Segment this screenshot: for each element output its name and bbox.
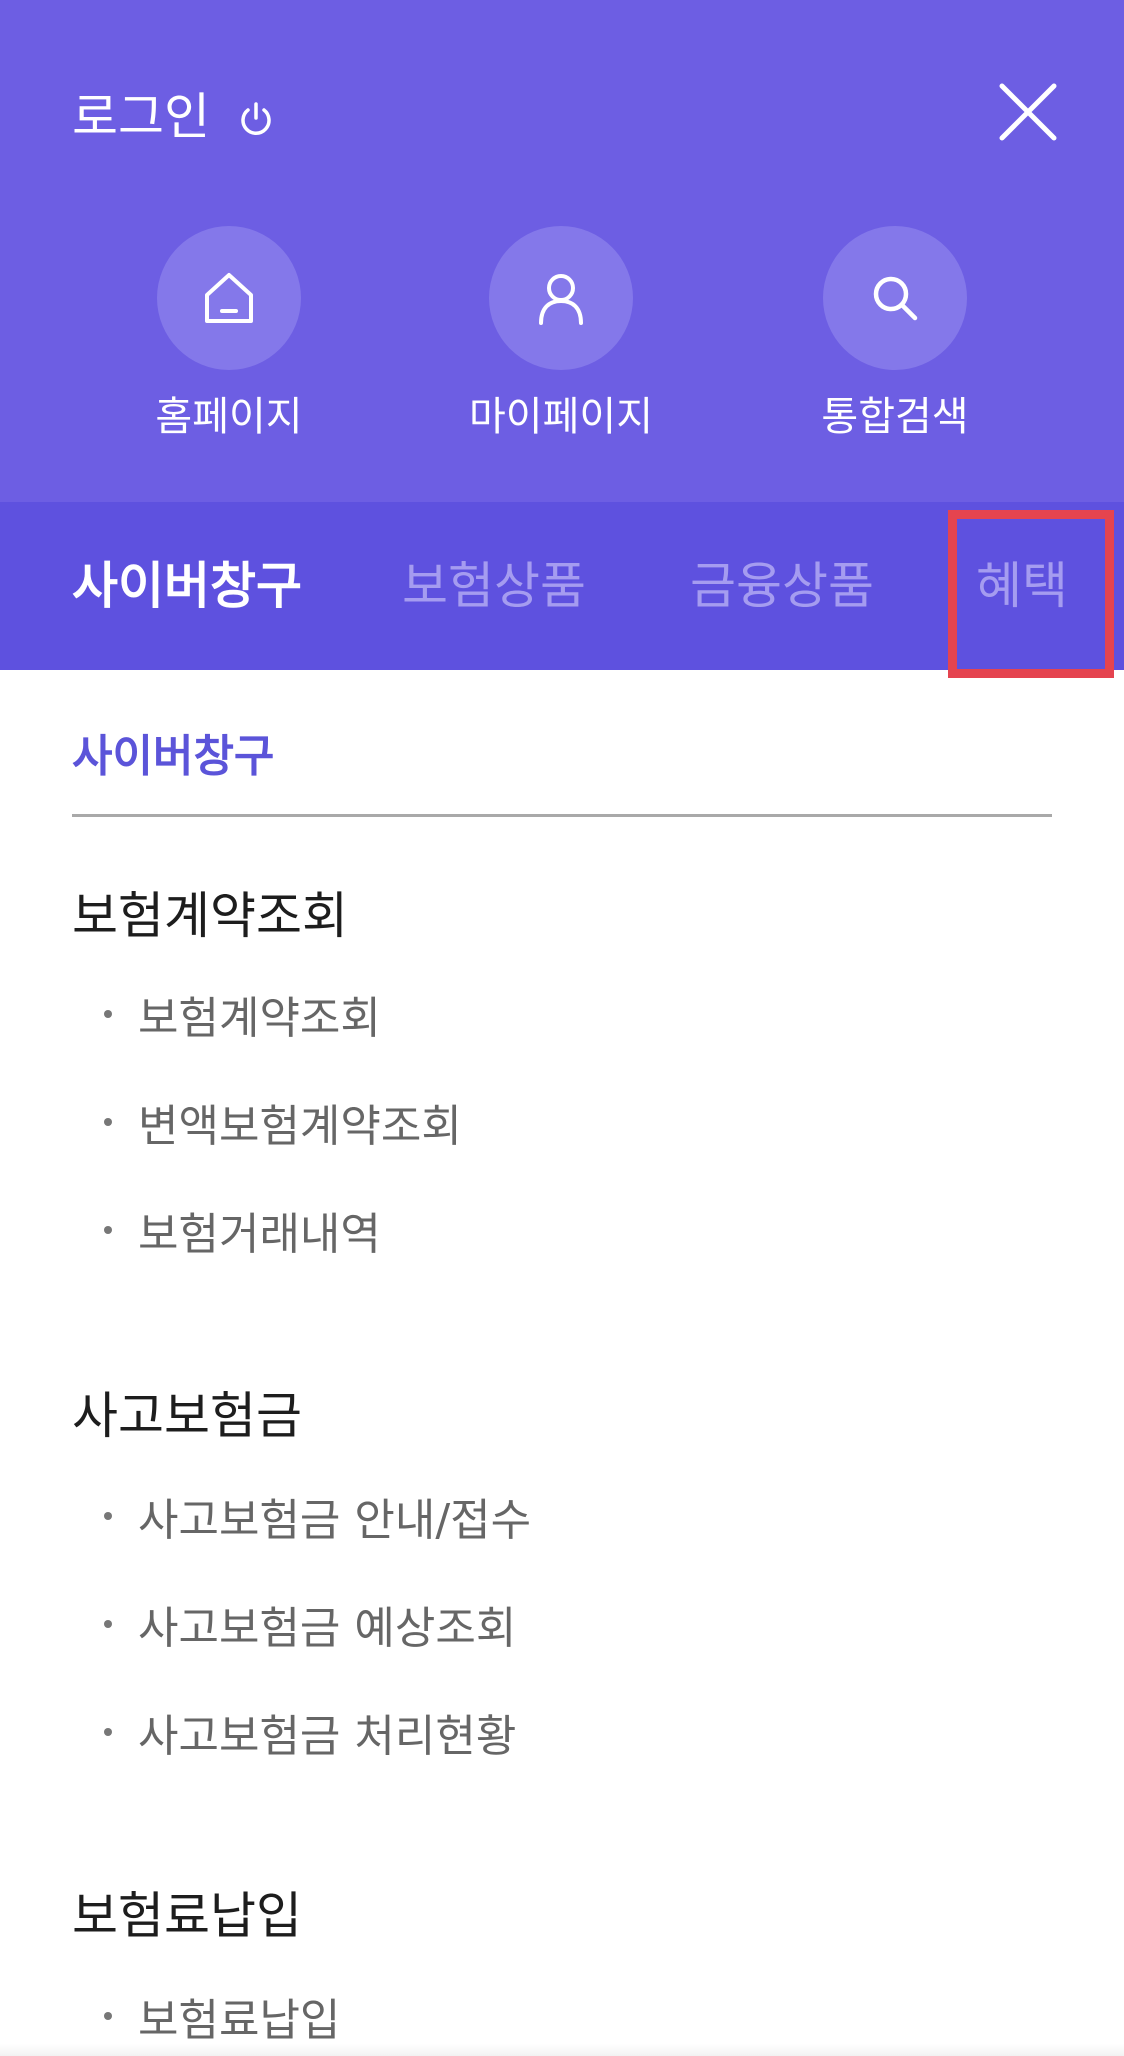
homepage-icon-circle [157,226,301,370]
tab-insurance-products[interactable]: 보험상품 [402,502,586,670]
menu-item[interactable]: 사고보험금 처리현황 [104,1700,516,1764]
menu-header: 로그인 홈페이지 마이페이지 통합검색 [0,0,1124,502]
menu-item[interactable]: 보험료납입 [104,1984,340,2048]
close-icon [999,83,1057,141]
homepage-link[interactable]: 홈페이지 [114,226,344,442]
bullet-icon [104,1010,112,1018]
bullet-icon [104,1620,112,1628]
group-title-contract-inquiry: 보험계약조회 [72,887,348,945]
category-tabs: 사이버창구 보험상품 금융상품 혜택 [0,502,1124,670]
bullet-icon [104,1226,112,1234]
bottom-edge [0,2044,1124,2056]
group-title-premium-payment: 보험료납입 [72,1887,302,1945]
home-icon [205,273,253,323]
mypage-link[interactable]: 마이페이지 [446,226,676,442]
mypage-label: 마이페이지 [469,394,653,440]
menu-item[interactable]: 변액보험계약조회 [104,1090,462,1154]
menu-item[interactable]: 사고보험금 안내/접수 [104,1484,531,1548]
search-icon-circle [823,226,967,370]
menu-item[interactable]: 보험계약조회 [104,982,381,1046]
menu-item-label: 변액보험계약조회 [138,1101,462,1152]
menu-item-label: 사고보험금 안내/접수 [138,1495,532,1546]
integrated-search-label: 통합검색 [821,394,969,440]
bullet-icon [104,1118,112,1126]
menu-item-label: 보험거래내역 [138,1209,381,1260]
menu-item-label: 사고보험금 처리현황 [138,1711,517,1762]
search-icon [873,276,918,321]
bullet-icon [104,1728,112,1736]
close-button[interactable] [990,74,1066,150]
tab-benefits[interactable]: 혜택 [976,502,1068,670]
menu-page: 로그인 홈페이지 마이페이지 통합검색 사이버창구 보험상품 금융상품 혜택 사… [0,0,1124,2056]
menu-item-label: 보험계약조회 [138,993,381,1044]
login-button[interactable]: 로그인 [72,78,276,148]
group-title-accident-claims: 사고보험금 [72,1387,302,1445]
section-title: 사이버창구 [72,731,275,782]
menu-item-label: 사고보험금 예상조회 [138,1603,517,1654]
menu-item[interactable]: 사고보험금 예상조회 [104,1592,516,1656]
person-icon [539,274,583,325]
homepage-label: 홈페이지 [155,394,303,440]
bullet-icon [104,2012,112,2020]
menu-item-label: 보험료납입 [138,1995,341,2046]
mypage-icon-circle [489,226,633,370]
tab-cyber-window[interactable]: 사이버창구 [72,502,302,670]
tab-financial-products[interactable]: 금융상품 [690,502,874,670]
power-icon [236,93,276,135]
menu-item[interactable]: 보험거래내역 [104,1198,381,1262]
bullet-icon [104,1512,112,1520]
divider [72,814,1052,817]
integrated-search-link[interactable]: 통합검색 [780,226,1010,442]
login-label: 로그인 [72,88,210,146]
